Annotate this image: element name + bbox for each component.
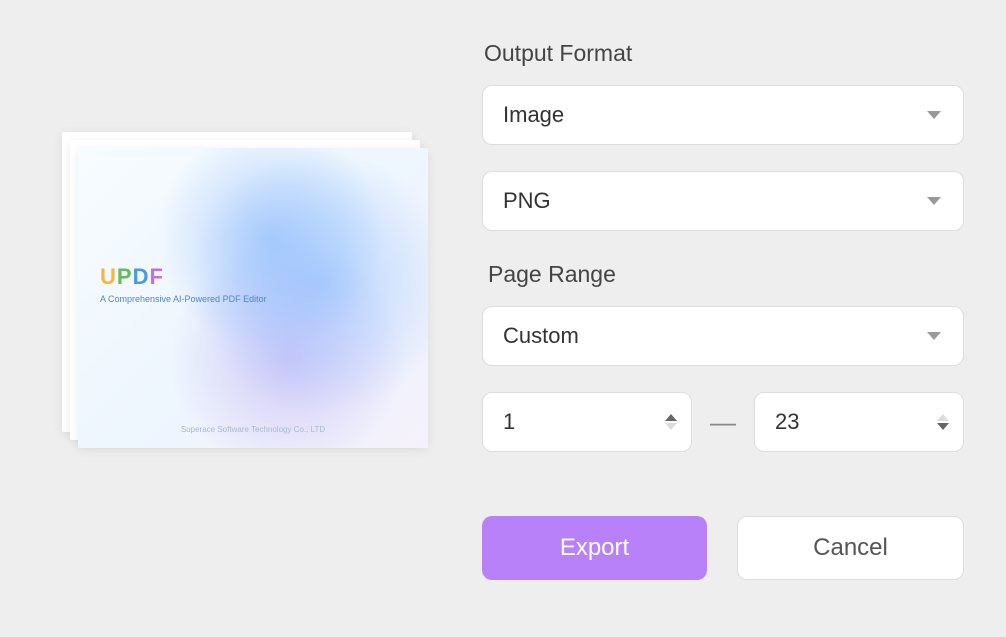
preview-logo-subtitle: A Comprehensive AI-Powered PDF Editor — [100, 294, 267, 304]
range-separator: — — [710, 407, 736, 438]
page-to-value: 23 — [775, 409, 799, 435]
logo-letter-d: D — [133, 264, 150, 289]
export-button-label: Export — [560, 534, 629, 562]
dropdown-arrow-icon — [927, 332, 941, 340]
logo-letter-f: F — [149, 264, 163, 289]
page-range-mode-value: Custom — [503, 323, 579, 349]
output-format-label: Output Format — [482, 40, 964, 67]
spinner-down-icon[interactable] — [937, 423, 949, 430]
page-range-row: 1 — 23 — [482, 392, 964, 452]
cancel-button[interactable]: Cancel — [737, 516, 964, 580]
page-from-spinners — [665, 414, 677, 430]
spinner-up-icon[interactable] — [665, 414, 677, 421]
preview-footer-text: Superace Software Technology Co., LTD — [78, 425, 428, 434]
spinner-down-icon[interactable] — [665, 423, 677, 430]
image-format-value: PNG — [503, 188, 551, 214]
format-type-value: Image — [503, 102, 564, 128]
dialog-buttons: Export Cancel — [482, 516, 964, 580]
preview-page-front: UPDF A Comprehensive AI-Powered PDF Edit… — [78, 148, 428, 448]
cancel-button-label: Cancel — [813, 534, 888, 562]
page-from-value: 1 — [503, 409, 515, 435]
export-button[interactable]: Export — [482, 516, 707, 580]
document-preview-stack: UPDF A Comprehensive AI-Powered PDF Edit… — [62, 132, 432, 452]
dropdown-arrow-icon — [927, 111, 941, 119]
preview-logo-text: UPDF — [100, 264, 267, 290]
dropdown-arrow-icon — [927, 197, 941, 205]
spinner-up-icon[interactable] — [937, 414, 949, 421]
page-range-mode-select[interactable]: Custom — [482, 306, 964, 366]
page-to-spinners — [937, 414, 949, 430]
preview-logo: UPDF A Comprehensive AI-Powered PDF Edit… — [100, 264, 267, 304]
page-range-label: Page Range — [482, 261, 964, 288]
logo-letter-p: P — [117, 264, 133, 289]
image-format-select[interactable]: PNG — [482, 171, 964, 231]
logo-letter-u: U — [100, 264, 117, 289]
page-from-input[interactable]: 1 — [482, 392, 692, 452]
format-type-select[interactable]: Image — [482, 85, 964, 145]
export-form: Output Format Image PNG Page Range Custo… — [482, 40, 964, 452]
page-to-input[interactable]: 23 — [754, 392, 964, 452]
